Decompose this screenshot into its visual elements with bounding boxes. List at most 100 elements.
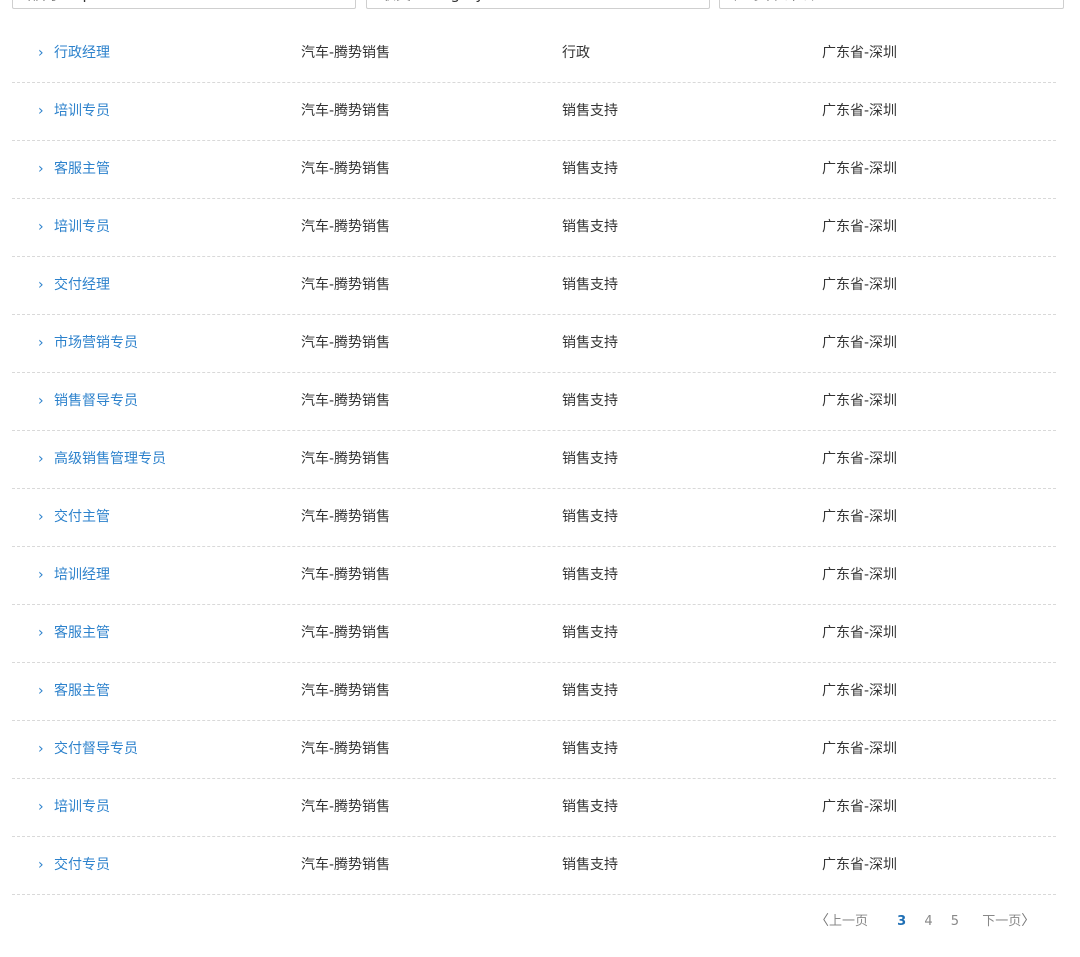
job-title-link[interactable]: › 客服主管 (38, 663, 110, 720)
job-category: 销售支持 (562, 451, 618, 467)
job-title-link[interactable]: › 行政经理 (38, 25, 110, 82)
job-location: 广东省-深圳 (822, 161, 898, 177)
job-title: 培训专员 (54, 219, 110, 235)
job-location: 广东省-深圳 (822, 799, 898, 815)
job-category: 销售支持 (562, 219, 618, 235)
location-filter[interactable]: 广东省-深圳 (719, 0, 1064, 9)
job-title-link[interactable]: › 交付经理 (38, 257, 110, 314)
job-row[interactable]: › 市场营销专员 汽车-腾势销售 销售支持 广东省-深圳 (12, 315, 1056, 373)
job-title: 交付督导专员 (54, 741, 138, 757)
job-location: 广东省-深圳 (822, 741, 898, 757)
job-title: 客服主管 (54, 161, 110, 177)
chevron-left-icon: 〈 (815, 913, 829, 929)
job-title-link[interactable]: › 客服主管 (38, 605, 110, 662)
chevron-right-icon: › (38, 857, 44, 873)
job-title-link[interactable]: › 培训专员 (38, 779, 110, 836)
chevron-right-icon: 〉 (1021, 913, 1036, 929)
next-page-button[interactable]: 下一页〉 (982, 908, 1035, 935)
job-category: 销售支持 (562, 857, 618, 873)
job-row[interactable]: › 行政经理 汽车-腾势销售 行政 广东省-深圳 (12, 25, 1056, 83)
job-title: 销售督导专员 (54, 393, 138, 409)
department-filter[interactable]: 部门 Department (12, 0, 356, 9)
job-category: 销售支持 (562, 277, 618, 293)
job-row[interactable]: › 交付专员 汽车-腾势销售 销售支持 广东省-深圳 (12, 837, 1056, 895)
job-department: 汽车-腾势销售 (301, 161, 391, 177)
job-location: 广东省-深圳 (822, 393, 898, 409)
job-department: 汽车-腾势销售 (301, 103, 391, 119)
job-department: 汽车-腾势销售 (301, 335, 391, 351)
job-category: 销售支持 (562, 509, 618, 525)
job-title: 行政经理 (54, 45, 110, 61)
job-row[interactable]: › 培训经理 汽车-腾势销售 销售支持 广东省-深圳 (12, 547, 1056, 605)
chevron-right-icon: › (38, 451, 44, 467)
page-number[interactable]: 4 (924, 909, 932, 935)
job-title: 客服主管 (54, 683, 110, 699)
chevron-right-icon: › (38, 219, 44, 235)
job-title: 交付专员 (54, 857, 110, 873)
job-title-link[interactable]: › 客服主管 (38, 141, 110, 198)
job-title: 市场营销专员 (54, 335, 138, 351)
prev-page-button[interactable]: 〈上一页 (815, 908, 868, 935)
chevron-right-icon: › (38, 393, 44, 409)
job-row[interactable]: › 客服主管 汽车-腾势销售 销售支持 广东省-深圳 (12, 605, 1056, 663)
filter-bar: 部门 Department 职类 Category 广东省-深圳 (12, 0, 1064, 11)
job-title-link[interactable]: › 培训专员 (38, 83, 110, 140)
job-location: 广东省-深圳 (822, 567, 898, 583)
job-title: 培训专员 (54, 103, 110, 119)
job-department: 汽车-腾势销售 (301, 45, 391, 61)
job-category: 销售支持 (562, 683, 618, 699)
chevron-right-icon: › (38, 45, 44, 61)
job-list: › 行政经理 汽车-腾势销售 行政 广东省-深圳 › 培训专员 汽车-腾势销售 销售支持 广东省-… (12, 25, 1056, 895)
chevron-right-icon: › (38, 799, 44, 815)
job-title-link[interactable]: › 培训专员 (38, 199, 110, 256)
job-category: 销售支持 (562, 625, 618, 641)
job-title: 交付经理 (54, 277, 110, 293)
job-title-link[interactable]: › 交付专员 (38, 837, 110, 894)
job-department: 汽车-腾势销售 (301, 625, 391, 641)
job-category: 销售支持 (562, 799, 618, 815)
job-location: 广东省-深圳 (822, 335, 898, 351)
job-row[interactable]: › 培训专员 汽车-腾势销售 销售支持 广东省-深圳 (12, 83, 1056, 141)
job-row[interactable]: › 交付经理 汽车-腾势销售 销售支持 广东省-深圳 (12, 257, 1056, 315)
job-title-link[interactable]: › 销售督导专员 (38, 373, 138, 430)
chevron-right-icon: › (38, 103, 44, 119)
job-row[interactable]: › 销售督导专员 汽车-腾势销售 销售支持 广东省-深圳 (12, 373, 1056, 431)
job-category: 销售支持 (562, 393, 618, 409)
job-row[interactable]: › 培训专员 汽车-腾势销售 销售支持 广东省-深圳 (12, 199, 1056, 257)
job-department: 汽车-腾势销售 (301, 857, 391, 873)
job-department: 汽车-腾势销售 (301, 741, 391, 757)
job-department: 汽车-腾势销售 (301, 799, 391, 815)
job-category: 销售支持 (562, 161, 618, 177)
chevron-right-icon: › (38, 277, 44, 293)
job-title-link[interactable]: › 高级销售管理专员 (38, 431, 166, 488)
job-row[interactable]: › 交付督导专员 汽车-腾势销售 销售支持 广东省-深圳 (12, 721, 1056, 779)
job-row[interactable]: › 客服主管 汽车-腾势销售 销售支持 广东省-深圳 (12, 663, 1056, 721)
page-number[interactable]: 5 (951, 909, 959, 935)
job-department: 汽车-腾势销售 (301, 393, 391, 409)
job-title-link[interactable]: › 交付督导专员 (38, 721, 138, 778)
job-row[interactable]: › 客服主管 汽车-腾势销售 销售支持 广东省-深圳 (12, 141, 1056, 199)
category-filter[interactable]: 职类 Category (366, 0, 710, 9)
job-row[interactable]: › 交付主管 汽车-腾势销售 销售支持 广东省-深圳 (12, 489, 1056, 547)
job-department: 汽车-腾势销售 (301, 277, 391, 293)
job-department: 汽车-腾势销售 (301, 219, 391, 235)
job-location: 广东省-深圳 (822, 857, 898, 873)
job-title-link[interactable]: › 培训经理 (38, 547, 110, 604)
chevron-right-icon: › (38, 335, 44, 351)
job-row[interactable]: › 高级销售管理专员 汽车-腾势销售 销售支持 广东省-深圳 (12, 431, 1056, 489)
job-title-link[interactable]: › 市场营销专员 (38, 315, 138, 372)
job-category: 销售支持 (562, 741, 618, 757)
chevron-right-icon: › (38, 625, 44, 641)
job-location: 广东省-深圳 (822, 103, 898, 119)
page-number[interactable]: 3 (897, 909, 906, 935)
job-title: 培训经理 (54, 567, 110, 583)
job-location: 广东省-深圳 (822, 451, 898, 467)
chevron-right-icon: › (38, 509, 44, 525)
job-location: 广东省-深圳 (822, 219, 898, 235)
job-department: 汽车-腾势销售 (301, 509, 391, 525)
job-title: 客服主管 (54, 625, 110, 641)
job-title-link[interactable]: › 交付主管 (38, 489, 110, 546)
prev-page-label: 上一页 (829, 914, 869, 929)
chevron-right-icon: › (38, 683, 44, 699)
job-row[interactable]: › 培训专员 汽车-腾势销售 销售支持 广东省-深圳 (12, 779, 1056, 837)
